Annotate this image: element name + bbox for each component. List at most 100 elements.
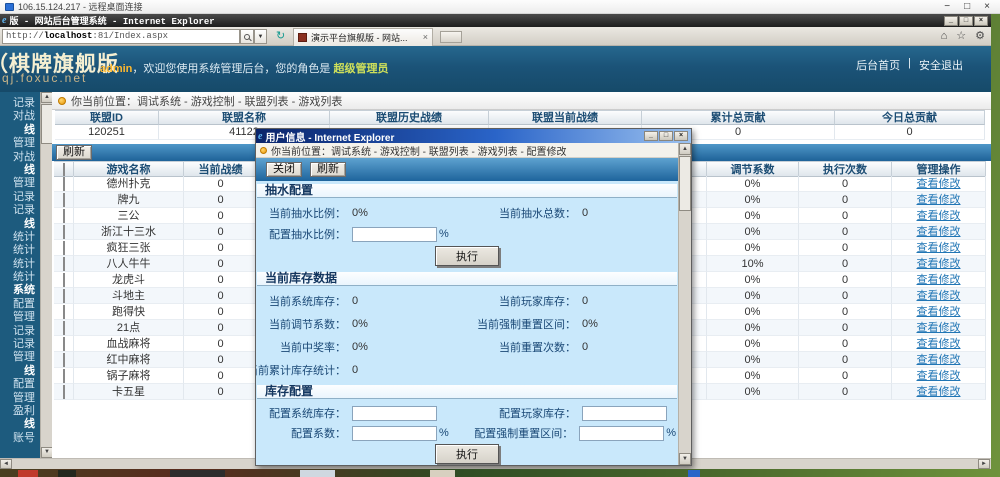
view-modify-link[interactable]: 查看修改: [917, 274, 961, 286]
scroll-right-icon[interactable]: ►: [978, 459, 990, 469]
dialog-close-page-button[interactable]: 关闭: [266, 162, 302, 177]
row-checkbox[interactable]: [63, 289, 65, 303]
view-modify-link[interactable]: 查看修改: [917, 194, 961, 206]
reset-range-input[interactable]: [579, 426, 664, 441]
game-action-cell: 查看修改: [892, 320, 986, 336]
favorites-star-icon[interactable]: ☆: [956, 30, 966, 43]
view-modify-link[interactable]: 查看修改: [917, 258, 961, 270]
game-score: 0: [184, 336, 258, 352]
dialog-close-button[interactable]: ×: [674, 131, 688, 141]
sidebar-item[interactable]: 对战: [0, 151, 40, 164]
sidebar-item[interactable]: 统计: [0, 258, 40, 271]
refresh-icon[interactable]: ↻: [276, 30, 285, 43]
view-modify-link[interactable]: 查看修改: [917, 338, 961, 350]
sidebar-scrollbar[interactable]: ▲ ▼: [40, 92, 52, 458]
game-score: 0: [184, 240, 258, 256]
system-inventory-input[interactable]: [352, 406, 437, 421]
view-modify-link[interactable]: 查看修改: [917, 386, 961, 398]
sidebar-item[interactable]: 记录: [0, 191, 40, 204]
sidebar-item[interactable]: 统计: [0, 231, 40, 244]
dialog-maximize-button[interactable]: □: [659, 131, 673, 141]
sidebar-item[interactable]: 记录: [0, 97, 40, 110]
rdp-minimize-button[interactable]: −: [944, 1, 950, 12]
sidebar-item[interactable]: 线: [0, 218, 40, 231]
header-checkbox[interactable]: [63, 163, 65, 177]
sidebar-item[interactable]: 线: [0, 365, 40, 378]
view-modify-link[interactable]: 查看修改: [917, 322, 961, 334]
sidebar-item[interactable]: 管理: [0, 311, 40, 324]
nav-backstage-home-link[interactable]: 后台首页: [856, 57, 900, 73]
sidebar-item[interactable]: 账号: [0, 432, 40, 445]
view-modify-link[interactable]: 查看修改: [917, 370, 961, 382]
execute-pump-button[interactable]: 执行: [435, 246, 499, 266]
execute-config-button[interactable]: 执行: [435, 444, 499, 464]
dialog-minimize-button[interactable]: _: [644, 131, 658, 141]
address-dropdown-button[interactable]: ▼: [254, 29, 267, 44]
new-tab-button[interactable]: [440, 31, 462, 43]
view-modify-link[interactable]: 查看修改: [917, 242, 961, 254]
sidebar-item[interactable]: 统计: [0, 271, 40, 284]
view-modify-link[interactable]: 查看修改: [917, 226, 961, 238]
row-checkbox[interactable]: [63, 177, 65, 191]
settings-gear-icon[interactable]: ⚙: [975, 30, 985, 43]
league-id: 120251: [55, 125, 159, 140]
search-icon[interactable]: [240, 29, 254, 44]
row-checkbox[interactable]: [63, 337, 65, 351]
row-checkbox[interactable]: [63, 305, 65, 319]
dialog-refresh-button[interactable]: 刷新: [310, 162, 346, 177]
ie-maximize-button[interactable]: □: [959, 16, 973, 26]
view-modify-link[interactable]: 查看修改: [917, 290, 961, 302]
sidebar-item[interactable]: 管理: [0, 137, 40, 150]
player-inventory-input[interactable]: [582, 406, 667, 421]
row-checkbox[interactable]: [63, 385, 65, 399]
row-checkbox[interactable]: [63, 209, 65, 223]
scroll-up-icon[interactable]: ▲: [679, 143, 691, 155]
coef-input[interactable]: [352, 426, 437, 441]
sidebar-item[interactable]: 配置: [0, 378, 40, 391]
row-checkbox[interactable]: [63, 193, 65, 207]
browser-tab[interactable]: 演示平台旗舰版 - 网站... ×: [293, 28, 433, 46]
view-modify-link[interactable]: 查看修改: [917, 178, 961, 190]
sidebar-item[interactable]: 统计: [0, 244, 40, 257]
rdp-close-button[interactable]: ×: [984, 1, 990, 12]
sidebar-item[interactable]: 配置: [0, 298, 40, 311]
ie-minimize-button[interactable]: _: [944, 16, 958, 26]
dialog-scrollbar[interactable]: ▲ ▼: [678, 143, 691, 465]
row-checkbox[interactable]: [63, 369, 65, 383]
view-modify-link[interactable]: 查看修改: [917, 306, 961, 318]
rdp-maximize-button[interactable]: □: [964, 1, 970, 12]
row-checkbox[interactable]: [63, 225, 65, 239]
refresh-button[interactable]: 刷新: [56, 145, 92, 160]
sidebar-item[interactable]: 线: [0, 124, 40, 137]
scrollbar-thumb[interactable]: [679, 156, 691, 211]
view-modify-link[interactable]: 查看修改: [917, 354, 961, 366]
sidebar-item[interactable]: 管理: [0, 351, 40, 364]
view-modify-link[interactable]: 查看修改: [917, 210, 961, 222]
home-icon[interactable]: ⌂: [941, 30, 948, 43]
row-checkbox[interactable]: [63, 241, 65, 255]
sidebar-item[interactable]: 盈利: [0, 405, 40, 418]
sidebar-item[interactable]: 对战: [0, 110, 40, 123]
row-checkbox[interactable]: [63, 353, 65, 367]
sidebar-item[interactable]: 管理: [0, 392, 40, 405]
sidebar-item[interactable]: 线: [0, 164, 40, 177]
sidebar-item[interactable]: 记录: [0, 325, 40, 338]
sidebar-item[interactable]: 线: [0, 418, 40, 431]
row-checkbox[interactable]: [63, 273, 65, 287]
user-info-dialog: e 用户信息 - Internet Explorer _ □ × 你当前位置：调…: [255, 128, 692, 466]
address-input[interactable]: http://localhost:81/Index.aspx: [2, 29, 240, 44]
dialog-title-bar[interactable]: e 用户信息 - Internet Explorer _ □ ×: [256, 129, 691, 143]
sidebar-item[interactable]: 记录: [0, 338, 40, 351]
scroll-left-icon[interactable]: ◄: [0, 459, 12, 469]
sidebar-item[interactable]: 系统: [0, 284, 40, 297]
ie-close-button[interactable]: ×: [974, 16, 988, 26]
sidebar-item[interactable]: 记录: [0, 204, 40, 217]
sidebar-item[interactable]: 管理: [0, 177, 40, 190]
inventory-row: 当前中奖率： 0% 当前重置次数： 0: [256, 339, 678, 355]
row-checkbox[interactable]: [63, 321, 65, 335]
nav-logout-link[interactable]: 安全退出: [919, 57, 963, 73]
scroll-down-icon[interactable]: ▼: [679, 453, 691, 465]
row-checkbox[interactable]: [63, 257, 65, 271]
pump-ratio-input[interactable]: [352, 227, 437, 242]
tab-close-icon[interactable]: ×: [423, 33, 428, 42]
